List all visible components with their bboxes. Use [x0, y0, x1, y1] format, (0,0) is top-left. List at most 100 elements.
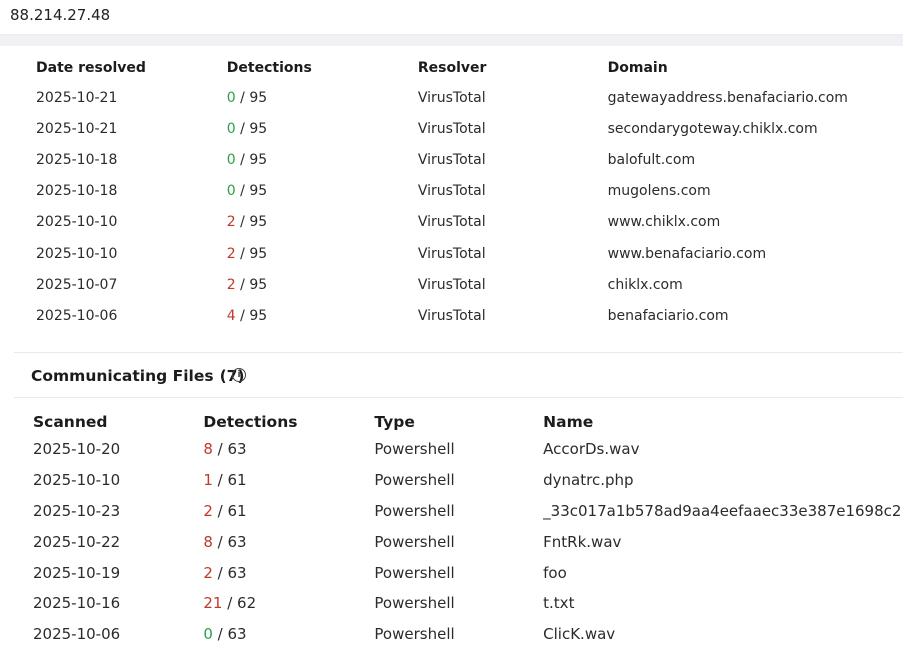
domain-link[interactable]: www.benafaciario.com — [608, 238, 903, 269]
column-header-scanned[interactable]: Scanned — [33, 410, 203, 434]
scanned-cell: 2025-10-22 — [33, 532, 121, 551]
scanned-cell: 2025-10-16 — [33, 594, 121, 613]
detection-count: 0 — [226, 151, 236, 168]
column-header-date-resolved[interactable]: Date resolved — [36, 60, 227, 82]
type-cell: Powershell — [374, 440, 455, 459]
detections-cell: 8 / 63 — [203, 440, 247, 459]
resolutions-body: 2025-10-21 0 / 95 VirusTotal gatewayaddr… — [36, 82, 903, 332]
file-name-link[interactable]: t.txt — [543, 588, 903, 619]
detection-total: 63 — [227, 563, 247, 582]
section-divider — [14, 397, 903, 398]
date-resolved-cell: 2025-10-21 — [36, 120, 118, 137]
domain-link[interactable]: mugolens.com — [608, 176, 903, 207]
detection-count: 8 — [203, 440, 213, 459]
domain-link[interactable]: balofult.com — [608, 144, 903, 175]
scanned-cell: 2025-10-10 — [33, 471, 121, 490]
domain-link[interactable]: www.chiklx.com — [608, 207, 903, 238]
column-header-name[interactable]: Name — [543, 410, 903, 434]
date-resolved-cell: 2025-10-10 — [36, 245, 118, 262]
detection-total: 95 — [249, 89, 268, 106]
date-resolved-cell: 2025-10-21 — [36, 89, 118, 106]
detection-count: 21 — [203, 594, 223, 613]
detection-total: 95 — [249, 120, 268, 137]
column-header-detections[interactable]: Detections — [227, 60, 418, 82]
info-icon[interactable]: i — [232, 368, 246, 382]
detection-total: 95 — [249, 276, 268, 293]
ip-address-title: 88.214.27.48 — [10, 6, 111, 24]
type-cell: Powershell — [374, 501, 455, 520]
detection-count: 0 — [226, 89, 236, 106]
detection-total: 61 — [227, 501, 247, 520]
domain-link[interactable]: benafaciario.com — [608, 300, 903, 331]
table-row: 2025-10-20 8 / 63 Powershell AccorDs.wav — [33, 434, 903, 465]
resolver-cell: VirusTotal — [417, 151, 486, 168]
resolver-cell: VirusTotal — [417, 183, 486, 200]
domain-link[interactable]: gatewayaddress.benafaciario.com — [608, 82, 903, 113]
resolver-cell: VirusTotal — [417, 89, 486, 106]
date-resolved-cell: 2025-10-10 — [36, 214, 118, 231]
table-header-row: Scanned Detections Type Name — [33, 410, 903, 434]
detections-cell: 21 / 62 — [203, 594, 257, 613]
detection-total: 61 — [227, 471, 247, 490]
file-name-link[interactable]: AccorDs.wav — [543, 434, 903, 465]
files-body: 2025-10-20 8 / 63 Powershell AccorDs.wav… — [33, 434, 903, 650]
detection-count: 2 — [226, 245, 236, 262]
resolver-cell: VirusTotal — [417, 276, 486, 293]
file-name-link[interactable]: _33c017a1b578ad9aa4eefaaec33e387e1698c2 — [543, 496, 903, 527]
resolver-cell: VirusTotal — [417, 245, 486, 262]
date-resolved-cell: 2025-10-18 — [36, 183, 118, 200]
detection-count: 0 — [226, 120, 236, 137]
table-row: 2025-10-23 2 / 61 Powershell _33c017a1b5… — [33, 496, 903, 527]
resolver-cell: VirusTotal — [417, 214, 486, 231]
table-row: 2025-10-06 0 / 63 Powershell ClicK.wav — [33, 619, 903, 650]
column-header-type[interactable]: Type — [374, 410, 543, 434]
header-divider-band — [0, 35, 903, 46]
table-row: 2025-10-10 2 / 95 VirusTotal www.chiklx.… — [36, 207, 903, 238]
detections-cell: 1 / 61 — [203, 471, 247, 490]
file-name-link[interactable]: foo — [543, 557, 903, 588]
table-row: 2025-10-21 0 / 95 VirusTotal secondarygo… — [36, 113, 903, 144]
detection-total: 95 — [249, 183, 268, 200]
table-row: 2025-10-18 0 / 95 VirusTotal mugolens.co… — [36, 176, 903, 207]
scanned-cell: 2025-10-23 — [33, 501, 121, 520]
file-name-link[interactable]: dynatrc.php — [543, 465, 903, 496]
detection-total: 95 — [249, 214, 268, 231]
file-name-link[interactable]: FntRk.wav — [543, 526, 903, 557]
type-cell: Powershell — [374, 594, 455, 613]
detections-cell: 8 / 63 — [203, 532, 247, 551]
table-row: 2025-10-21 0 / 95 VirusTotal gatewayaddr… — [36, 82, 903, 113]
section-title: Communicating Files (7) — [31, 367, 245, 385]
detection-total: 63 — [227, 625, 247, 644]
section-divider — [14, 352, 903, 353]
type-cell: Powershell — [374, 532, 455, 551]
date-resolved-cell: 2025-10-18 — [36, 151, 118, 168]
domain-link[interactable]: secondarygoteway.chiklx.com — [608, 113, 903, 144]
detection-total: 62 — [237, 594, 257, 613]
detection-total: 95 — [249, 151, 268, 168]
detections-cell: 2 / 61 — [203, 501, 247, 520]
resolver-cell: VirusTotal — [417, 307, 486, 324]
detections-cell: 2 / 95 — [226, 245, 268, 262]
column-header-domain[interactable]: Domain — [608, 60, 903, 82]
column-header-resolver[interactable]: Resolver — [418, 60, 608, 82]
communicating-files-table: Scanned Detections Type Name 2025-10-20 … — [33, 410, 903, 650]
domain-link[interactable]: chiklx.com — [608, 269, 903, 300]
detection-total: 95 — [249, 245, 268, 262]
table-row: 2025-10-16 21 / 62 Powershell t.txt — [33, 588, 903, 619]
file-name-link[interactable]: ClicK.wav — [543, 619, 903, 650]
scanned-cell: 2025-10-19 — [33, 563, 121, 582]
date-resolved-cell: 2025-10-07 — [36, 276, 118, 293]
detections-cell: 4 / 95 — [226, 307, 268, 324]
detections-cell: 0 / 95 — [226, 120, 268, 137]
table-row: 2025-10-22 8 / 63 Powershell FntRk.wav — [33, 526, 903, 557]
address-bar: 88.214.27.48 — [0, 0, 903, 35]
detection-count: 8 — [203, 532, 213, 551]
detection-total: 63 — [227, 440, 247, 459]
detections-cell: 0 / 95 — [226, 151, 268, 168]
column-header-detections[interactable]: Detections — [203, 410, 374, 434]
table-row: 2025-10-10 2 / 95 VirusTotal www.benafac… — [36, 238, 903, 269]
type-cell: Powershell — [374, 625, 455, 644]
table-row: 2025-10-07 2 / 95 VirusTotal chiklx.com — [36, 269, 903, 300]
table-header-row: Date resolved Detections Resolver Domain — [36, 60, 903, 82]
detection-count: 1 — [203, 471, 213, 490]
